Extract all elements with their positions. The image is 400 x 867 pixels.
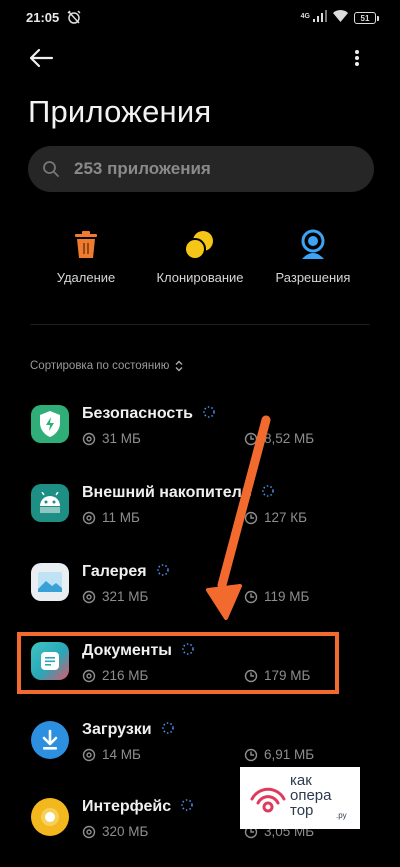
loading-spinner-icon [156,563,169,581]
clock-icon [244,432,258,445]
sort-selector[interactable]: Сортировка по состоянию [30,360,183,372]
shield-icon [31,405,69,443]
permissions-icon [301,229,325,259]
app-size: 11 МБ [102,510,140,525]
clock-icon [244,590,258,603]
uninstall-button[interactable]: Удаление [31,228,141,285]
app-item-external-storage[interactable]: Внешний накопитель 11 МБ 127 КБ [0,476,400,546]
highlight-frame [17,632,339,694]
watermark-line-3: тор [290,802,314,819]
top-bar [0,40,400,80]
quick-actions: Удаление Клонирование Разрешения [0,228,400,298]
loading-spinner-icon [261,484,274,502]
app-size: 321 МБ [102,589,149,604]
search-input[interactable] [74,159,354,179]
arrow-left-icon [29,48,54,68]
status-time: 21:05 [26,10,60,25]
clone-button[interactable]: Клонирование [145,228,255,285]
battery-level: 51 [360,13,370,23]
app-size: 320 МБ [102,824,149,839]
permissions-label: Разрешения [275,270,351,285]
uninstall-label: Удаление [56,270,116,285]
watermark-line-2: опера [290,787,332,804]
android-icon [31,484,69,522]
app-name: Интерфейс [82,798,172,815]
signal-icon [313,9,327,27]
storage-icon [82,432,96,445]
storage-icon [82,590,96,603]
app-cache: 8,52 МБ [264,431,315,446]
storage-icon [82,825,96,838]
permissions-button[interactable]: Разрешения [258,228,368,285]
app-name: Галерея [82,563,147,580]
page-title: Приложения [28,94,212,129]
sort-chevron-icon [175,360,183,372]
search-icon [43,161,59,177]
app-cache: 119 МБ [264,589,310,604]
app-item-security[interactable]: Безопасность 31 МБ 8,52 МБ [0,397,400,467]
watermark-line-1: как [290,772,312,789]
app-name: Внешний накопитель [82,484,252,501]
more-vertical-icon [355,50,359,66]
watermark-logo: как опера тор .ру [240,767,360,829]
gallery-icon [31,563,69,601]
watermark-text: как опера тор [290,773,332,818]
loading-spinner-icon [161,721,174,739]
clock-icon [244,511,258,524]
loading-spinner-icon [203,405,215,423]
app-name: Загрузки [82,721,152,738]
clone-label: Клонирование [156,270,244,285]
search-bar[interactable] [28,146,374,192]
app-size: 14 МБ [102,747,141,762]
wifi-icon [333,9,348,27]
more-options-button[interactable] [354,48,366,72]
app-name: Безопасность [82,405,193,422]
alarm-off-icon [66,9,82,30]
watermark-suffix: .ру [336,811,347,820]
back-button[interactable] [28,48,60,72]
interface-icon [31,798,69,836]
battery-icon: 51 [354,12,379,24]
loading-spinner-icon [181,798,193,816]
app-size: 31 МБ [102,431,141,446]
divider [30,324,370,325]
storage-icon [82,748,96,761]
wifi-logo-icon [250,787,286,813]
download-icon [31,721,69,759]
trash-icon [75,231,97,258]
storage-icon [82,511,96,524]
app-cache: 6,91 МБ [264,747,315,762]
sort-label: Сортировка по состоянию [30,360,170,372]
clock-icon [244,748,258,761]
network-type: 4G [300,12,310,20]
clone-icon [184,231,213,260]
app-cache: 127 КБ [264,510,307,525]
status-bar: 21:05 4G 51 [0,0,400,34]
app-item-gallery[interactable]: Галерея 321 МБ 119 МБ [0,555,400,625]
